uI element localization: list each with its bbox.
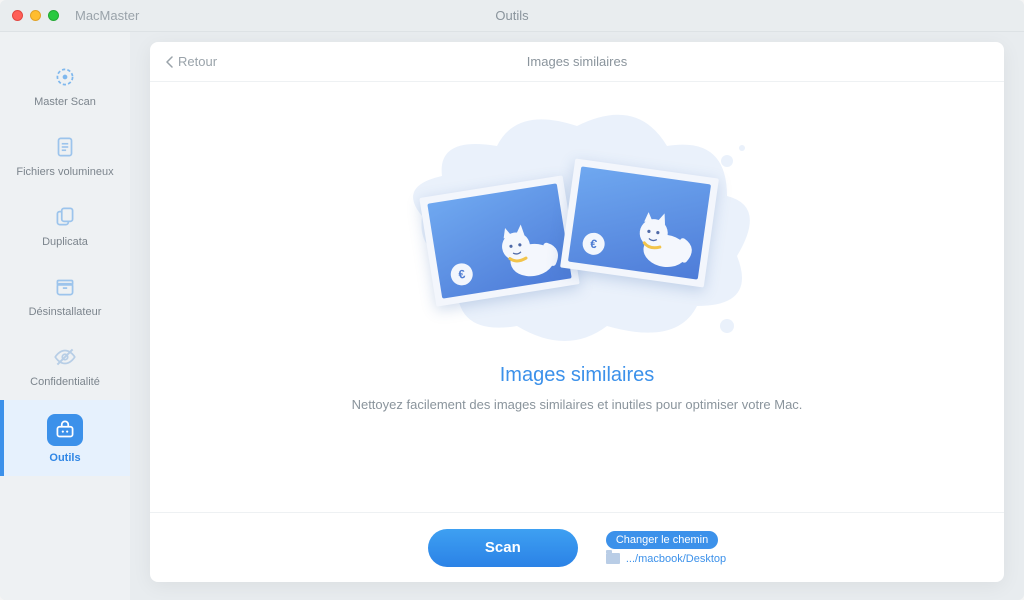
sidebar-item-label: Master Scan (34, 96, 96, 108)
sidebar: Master Scan Fichiers volumineux Duplicat… (0, 32, 130, 600)
archive-icon (49, 274, 81, 300)
cat-icon (621, 203, 699, 272)
app-window: MacMaster Outils Master Scan Fichiers vo… (0, 0, 1024, 600)
back-button[interactable]: Retour (166, 54, 217, 69)
maximize-icon[interactable] (48, 10, 59, 21)
photo-card-right: € (560, 158, 719, 287)
card-panel: Retour Images similaires (150, 42, 1004, 582)
card-header: Retour Images similaires (150, 42, 1004, 82)
sidebar-item-privacy[interactable]: Confidentialité (0, 330, 130, 400)
chevron-left-icon (166, 56, 174, 68)
body: Master Scan Fichiers volumineux Duplicat… (0, 32, 1024, 600)
app-name: MacMaster (75, 8, 139, 23)
toolbox-icon (47, 414, 83, 446)
change-path-button[interactable]: Changer le chemin (606, 531, 718, 549)
sidebar-item-label: Fichiers volumineux (16, 166, 113, 178)
sidebar-item-tools[interactable]: Outils (0, 400, 130, 476)
sidebar-item-master-scan[interactable]: Master Scan (0, 50, 130, 120)
sidebar-item-large-files[interactable]: Fichiers volumineux (0, 120, 130, 190)
ball-icon: € (581, 231, 606, 256)
card-body: € (150, 82, 1004, 512)
sidebar-item-uninstaller[interactable]: Désinstallateur (0, 260, 130, 330)
sidebar-item-duplicates[interactable]: Duplicata (0, 190, 130, 260)
path-group: Changer le chemin .../macbook/Desktop (606, 531, 726, 565)
titlebar: MacMaster Outils (0, 0, 1024, 32)
content-area: Retour Images similaires (130, 32, 1024, 600)
ball-icon: € (449, 262, 474, 287)
card-footer: Scan Changer le chemin .../macbook/Deskt… (150, 512, 1004, 582)
window-title: Outils (495, 8, 528, 23)
minimize-icon[interactable] (30, 10, 41, 21)
duplicate-icon (49, 204, 81, 230)
headline: Images similaires (500, 364, 654, 387)
photo-card-left: € (419, 175, 579, 306)
description: Nettoyez facilement des images similaire… (352, 397, 803, 412)
back-label: Retour (178, 54, 217, 69)
sidebar-item-label: Outils (49, 452, 80, 464)
scan-button[interactable]: Scan (428, 529, 578, 567)
window-controls (12, 10, 59, 21)
sidebar-item-label: Désinstallateur (29, 306, 102, 318)
sidebar-item-label: Duplicata (42, 236, 88, 248)
card-title: Images similaires (527, 54, 627, 69)
sidebar-item-label: Confidentialité (30, 376, 100, 388)
folder-icon (606, 553, 620, 564)
cat-icon (484, 214, 563, 284)
selected-path[interactable]: .../macbook/Desktop (606, 553, 726, 565)
target-icon (49, 64, 81, 90)
eye-off-icon (49, 344, 81, 370)
illustration: € (387, 96, 767, 356)
close-icon[interactable] (12, 10, 23, 21)
path-text: .../macbook/Desktop (626, 553, 726, 565)
file-icon (49, 134, 81, 160)
